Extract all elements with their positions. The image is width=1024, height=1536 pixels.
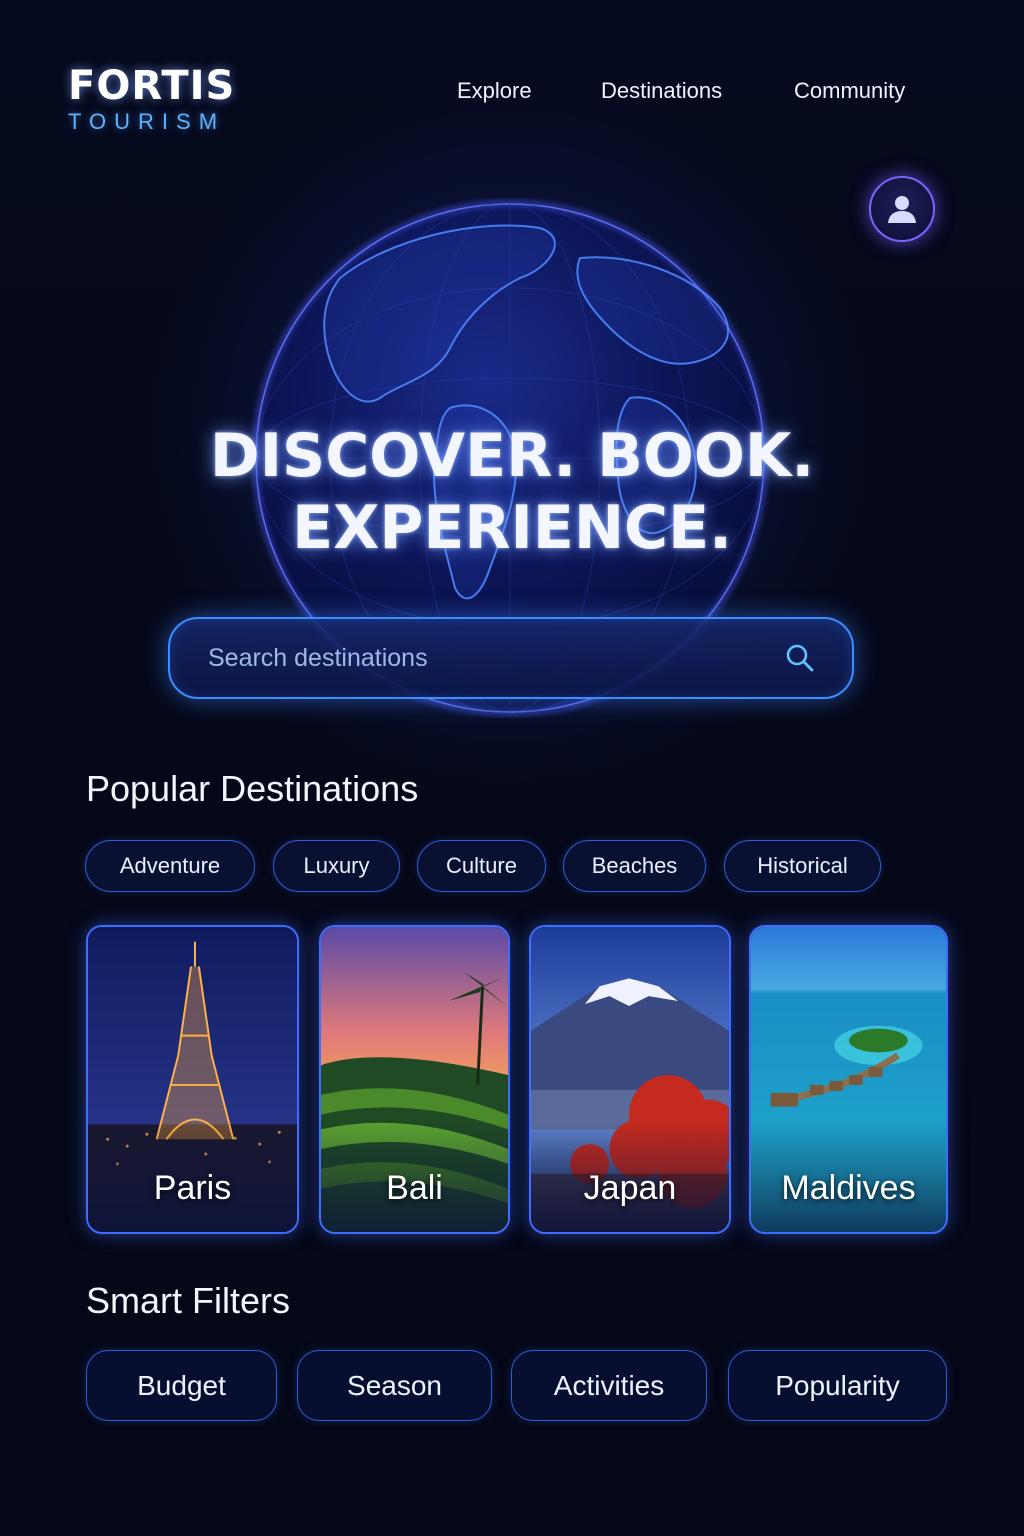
smart-filters-title: Smart Filters bbox=[86, 1280, 291, 1321]
filter-activities-button[interactable]: Activities bbox=[511, 1350, 707, 1421]
destination-name: Maldives bbox=[781, 1169, 916, 1207]
destination-card-maldives[interactable]: Maldives bbox=[749, 925, 948, 1234]
destination-name: Paris bbox=[153, 1169, 232, 1207]
destination-name: Bali bbox=[386, 1169, 443, 1207]
destination-card-bali[interactable]: Bali bbox=[319, 925, 510, 1234]
category-chip-adventure[interactable]: Adventure bbox=[85, 840, 255, 892]
category-chip-historical[interactable]: Historical bbox=[724, 840, 881, 892]
destination-card-japan[interactable]: Japan bbox=[529, 925, 731, 1234]
hero-headline: DISCOVER. BOOK. EXPERIENCE. bbox=[0, 420, 1024, 564]
filter-season-button[interactable]: Season bbox=[297, 1350, 492, 1421]
filter-popularity-button[interactable]: Popularity bbox=[728, 1350, 947, 1421]
filter-budget-button[interactable]: Budget bbox=[86, 1350, 277, 1421]
nav-community[interactable]: Community bbox=[794, 76, 905, 106]
user-avatar-button[interactable] bbox=[869, 176, 935, 242]
popular-destinations-title: Popular Destinations bbox=[86, 768, 419, 809]
category-chip-beaches[interactable]: Beaches bbox=[563, 840, 706, 892]
category-chip-luxury[interactable]: Luxury bbox=[273, 840, 400, 892]
search-input[interactable] bbox=[208, 643, 784, 673]
user-icon bbox=[888, 196, 916, 223]
hero-line-2: EXPERIENCE. bbox=[292, 493, 732, 563]
hero-line-1: DISCOVER. BOOK. bbox=[209, 421, 815, 491]
destination-name: Japan bbox=[583, 1169, 677, 1207]
nav-explore[interactable]: Explore bbox=[457, 76, 532, 106]
nav-destinations[interactable]: Destinations bbox=[601, 76, 722, 106]
top-nav: Explore Destinations Community bbox=[0, 76, 1024, 106]
page: FORTIS TOURISM Explore Destinations Comm… bbox=[0, 0, 1024, 1536]
search-icon[interactable] bbox=[784, 642, 816, 674]
category-chip-culture[interactable]: Culture bbox=[417, 840, 546, 892]
search-bar bbox=[168, 617, 854, 699]
destination-card-paris[interactable]: Paris bbox=[86, 925, 299, 1234]
brand-tagline: TOURISM bbox=[68, 109, 226, 134]
